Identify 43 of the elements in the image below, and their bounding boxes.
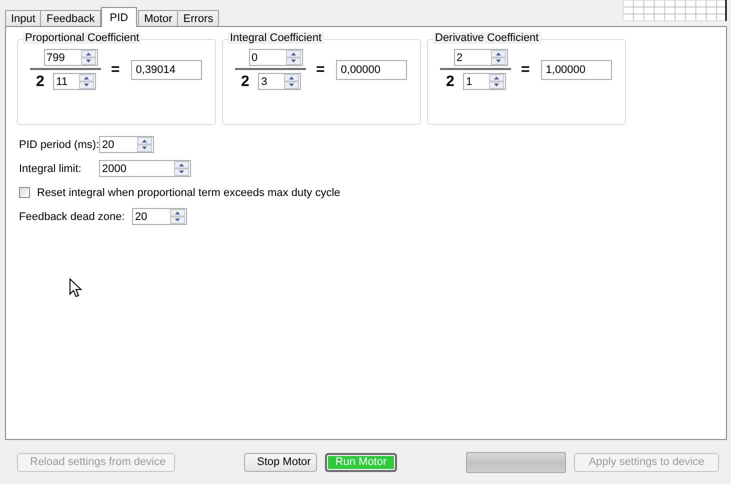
group-title: Proportional Coefficient bbox=[23, 32, 142, 44]
tab[interactable]: Feedback bbox=[40, 10, 101, 27]
spin-field[interactable]: 799 bbox=[44, 49, 98, 66]
spin-field[interactable]: 1 bbox=[463, 73, 506, 90]
spin-arrows-icon[interactable] bbox=[137, 137, 152, 152]
spin-arrows-icon[interactable] bbox=[490, 50, 506, 65]
spin-arrows-icon[interactable] bbox=[174, 161, 189, 176]
checkbox[interactable] bbox=[19, 187, 30, 198]
group-title: Integral Coefficient bbox=[228, 32, 324, 44]
spin-arrows-icon[interactable] bbox=[286, 50, 300, 65]
base-number: 2 bbox=[36, 73, 46, 90]
field-label: Integral limit: bbox=[19, 162, 82, 174]
result-field[interactable]: 0,00000 bbox=[336, 60, 407, 80]
base-number: 2 bbox=[446, 73, 456, 90]
field-label: PID period (ms): bbox=[19, 138, 99, 150]
result-field[interactable]: 0,39014 bbox=[130, 60, 202, 80]
action-button[interactable]: Stop Motor bbox=[244, 452, 317, 472]
field-label: Feedback dead zone: bbox=[19, 210, 126, 222]
spin-field[interactable]: 20 bbox=[132, 208, 187, 225]
tab[interactable]: Input bbox=[5, 10, 42, 27]
group-title: Derivative Coefficient bbox=[433, 32, 541, 44]
checkbox-label[interactable]: Reset integral when proportional term exceeds max duty cycle bbox=[37, 186, 340, 198]
spin-field[interactable]: 0 bbox=[248, 49, 302, 66]
tab[interactable]: Errors bbox=[177, 10, 220, 27]
tab[interactable]: PID bbox=[100, 7, 138, 27]
spin-field[interactable]: 2000 bbox=[99, 160, 191, 177]
spin-field[interactable]: 2 bbox=[454, 49, 508, 66]
result-field[interactable]: 1,00000 bbox=[540, 60, 612, 80]
cursor-icon bbox=[69, 278, 82, 298]
spin-field[interactable]: 11 bbox=[53, 73, 96, 90]
spin-arrows-icon[interactable] bbox=[170, 209, 185, 224]
spin-field[interactable]: 3 bbox=[258, 73, 302, 90]
base-number: 2 bbox=[241, 73, 250, 90]
equals-sign: = bbox=[111, 61, 120, 78]
spin-arrows-icon[interactable] bbox=[79, 74, 94, 89]
equals-sign: = bbox=[521, 61, 530, 78]
spin-field[interactable]: 20 bbox=[99, 136, 154, 153]
spin-arrows-icon[interactable] bbox=[80, 50, 96, 65]
equals-sign: = bbox=[316, 61, 325, 78]
spin-arrows-icon[interactable] bbox=[489, 74, 504, 89]
grid-icon bbox=[623, 0, 727, 21]
tab[interactable]: Motor bbox=[138, 10, 178, 27]
spin-arrows-icon[interactable] bbox=[284, 74, 300, 89]
